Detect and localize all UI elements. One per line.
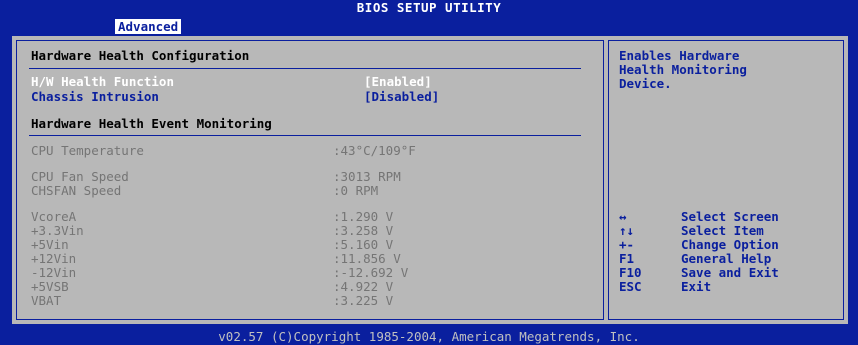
key-action-general-help: General Help (681, 251, 772, 266)
reading-vcorea-value: :1.290 V (333, 209, 394, 224)
key-action-save-and-exit: Save and Exit (681, 265, 779, 280)
section-heading-monitoring: Hardware Health Event Monitoring (31, 116, 272, 131)
tab-advanced[interactable]: Advanced (115, 19, 182, 34)
key-left-right-icon: ↔ (619, 209, 627, 224)
divider (29, 135, 581, 136)
reading-vcorea-label: VcoreA (31, 209, 77, 224)
reading-chsfan-speed-value: :0 RPM (333, 183, 379, 198)
reading-vbat-value: :3.225 V (333, 293, 394, 308)
setup-frame: Hardware Health Configuration H/W Health… (12, 36, 848, 324)
reading-5vin-label: +5Vin (31, 237, 69, 252)
reading-neg-12vin-label: -12Vin (31, 265, 77, 280)
reading-cpu-fan-speed-value: :3013 RPM (333, 169, 401, 184)
copyright-footer: v02.57 (C)Copyright 1985-2004, American … (218, 329, 640, 344)
reading-12vin-label: +12Vin (31, 251, 77, 266)
reading-chsfan-speed-label: CHSFAN Speed (31, 183, 122, 198)
option-chassis-intrusion-label[interactable]: Chassis Intrusion (31, 90, 159, 104)
help-line: Device. (619, 76, 672, 91)
reading-5vsb-value: :4.922 V (333, 279, 394, 294)
help-line: Health Monitoring (619, 62, 747, 77)
bios-title: BIOS SETUP UTILITY (356, 0, 502, 15)
reading-vbat-label: VBAT (31, 293, 62, 308)
reading-cpu-fan-speed-label: CPU Fan Speed (31, 169, 129, 184)
help-panel: Enables Hardware Health Monitoring Devic… (608, 40, 844, 320)
reading-3-3vin-label: +3.3Vin (31, 223, 84, 238)
key-action-change-option: Change Option (681, 237, 779, 252)
key-esc: ESC (619, 279, 642, 294)
reading-3-3vin-value: :3.258 V (333, 223, 394, 238)
reading-12vin-value: :11.856 V (333, 251, 401, 266)
reading-cpu-temperature-label: CPU Temperature (31, 143, 144, 158)
key-action-select-screen: Select Screen (681, 209, 779, 224)
section-heading-config: Hardware Health Configuration (31, 48, 250, 63)
reading-cpu-temperature-value: :43°C/109°F (333, 143, 416, 158)
option-chassis-intrusion-value[interactable]: [Disabled] (364, 90, 439, 104)
key-action-exit: Exit (681, 279, 712, 294)
reading-neg-12vin-value: :-12.692 V (333, 265, 409, 280)
divider (29, 68, 581, 69)
option-hw-health-function-value[interactable]: [Enabled] (364, 75, 432, 89)
option-hw-health-function-label[interactable]: H/W Health Function (31, 75, 174, 89)
reading-5vin-value: :5.160 V (333, 237, 394, 252)
help-line: Enables Hardware (619, 48, 740, 63)
key-f10: F10 (619, 265, 642, 280)
key-action-select-item: Select Item (681, 223, 764, 238)
key-f1: F1 (619, 251, 635, 266)
key-plus-minus-icon: +- (619, 237, 635, 252)
reading-5vsb-label: +5VSB (31, 279, 69, 294)
key-up-down-icon: ↑↓ (619, 223, 635, 238)
main-panel: Hardware Health Configuration H/W Health… (16, 40, 604, 320)
